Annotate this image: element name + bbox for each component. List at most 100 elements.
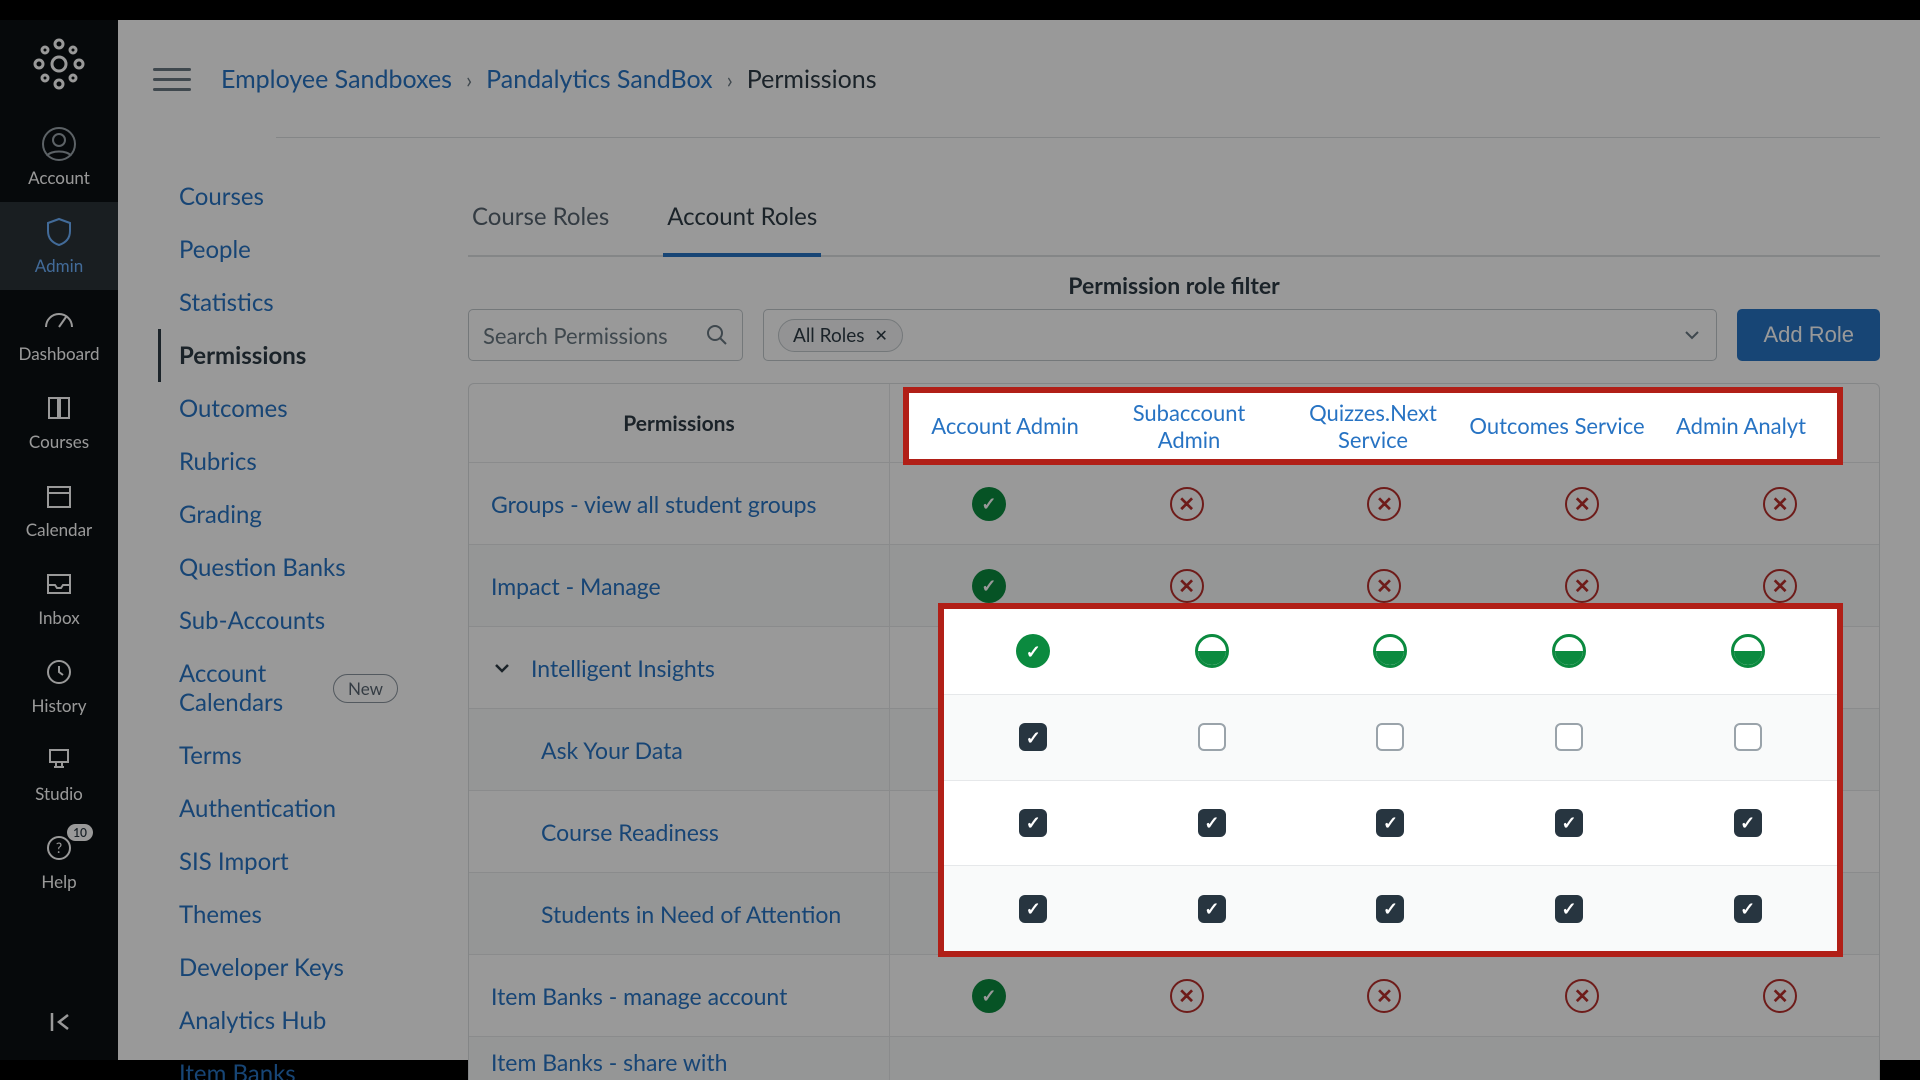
ctxnav-rubrics[interactable]: Rubrics xyxy=(158,435,398,488)
perm-cell[interactable]: ✓ xyxy=(1658,809,1837,837)
ctxnav-outcomes[interactable]: Outcomes xyxy=(158,382,398,435)
perm-cell[interactable] xyxy=(1658,634,1837,668)
nav-studio[interactable]: Studio xyxy=(0,730,118,818)
perm-cell[interactable]: ✓ xyxy=(1123,809,1302,837)
nav-help[interactable]: ? 10 Help xyxy=(0,818,118,906)
perm-cell[interactable]: ✓ xyxy=(944,895,1123,923)
deny-icon: ✕ xyxy=(1763,487,1797,521)
chevron-right-icon: › xyxy=(466,66,472,93)
nav-courses[interactable]: Courses xyxy=(0,378,118,466)
allow-icon: ✓ xyxy=(972,569,1006,603)
perm-cell[interactable]: ✕ xyxy=(1681,569,1879,603)
ctxnav-analytics-hub[interactable]: Analytics Hub xyxy=(158,994,398,1047)
shield-icon xyxy=(39,212,79,252)
perm-cell[interactable] xyxy=(1480,723,1659,751)
perm-cell[interactable]: ✕ xyxy=(1286,979,1484,1013)
ctxnav-statistics[interactable]: Statistics xyxy=(158,276,398,329)
nav-history[interactable]: History xyxy=(0,642,118,730)
perm-cell[interactable]: ✓ xyxy=(890,979,1088,1013)
ctxnav-grading[interactable]: Grading xyxy=(158,488,398,541)
search-permissions-input[interactable]: Search Permissions xyxy=(468,309,743,361)
perm-cell[interactable]: ✓ xyxy=(944,723,1123,751)
perm-intelligent-insights[interactable]: Intelligent Insights xyxy=(469,654,889,682)
perm-itembanks-manage[interactable]: Item Banks - manage account xyxy=(469,982,889,1010)
perm-cell[interactable] xyxy=(1301,634,1480,668)
perm-cell[interactable]: ✓ xyxy=(1301,895,1480,923)
perm-cell[interactable] xyxy=(1480,634,1659,668)
table-header-row: Permissions Account Admin Subaccount Adm… xyxy=(469,384,1879,462)
tab-course-roles[interactable]: Course Roles xyxy=(468,190,613,257)
svg-text:?: ? xyxy=(56,839,62,856)
perm-cell[interactable]: ✓ xyxy=(944,634,1123,668)
chevron-right-icon: › xyxy=(727,66,733,93)
divider xyxy=(276,137,1880,138)
role-header-admin-analyt[interactable]: Admin Analyt xyxy=(1681,398,1879,448)
highlight-insights-cells: ✓ ✓ ✓ ✓ ✓ ✓ ✓ ✓ ✓ xyxy=(938,603,1843,957)
ctxnav-people[interactable]: People xyxy=(158,223,398,276)
role-chip-all[interactable]: All Roles ✕ xyxy=(778,319,903,352)
role-header-outcomes-service[interactable]: Outcomes Service xyxy=(1483,398,1681,448)
search-icon xyxy=(706,324,728,346)
perm-cell[interactable]: ✕ xyxy=(1483,569,1681,603)
ctxnav-terms[interactable]: Terms xyxy=(158,729,398,782)
perm-students-in-need[interactable]: Students in Need of Attention xyxy=(469,900,889,928)
perm-cell[interactable]: ✕ xyxy=(1088,569,1286,603)
nav-account-label: Account xyxy=(28,167,90,188)
nav-inbox[interactable]: Inbox xyxy=(0,554,118,642)
ctxnav-item-banks[interactable]: Item Banks xyxy=(158,1047,398,1080)
perm-impact[interactable]: Impact - Manage xyxy=(469,572,889,600)
perm-cell[interactable]: ✓ xyxy=(890,487,1088,521)
role-header-account-admin[interactable]: Account Admin xyxy=(890,398,1088,448)
ctxnav-sis-import[interactable]: SIS Import xyxy=(158,835,398,888)
tab-account-roles[interactable]: Account Roles xyxy=(663,190,821,257)
nav-account[interactable]: Account xyxy=(0,114,118,202)
perm-itembanks-share[interactable]: Item Banks - share with xyxy=(469,1048,889,1076)
perm-cell[interactable]: ✕ xyxy=(1483,487,1681,521)
perm-cell[interactable]: ✕ xyxy=(1681,979,1879,1013)
perm-course-readiness[interactable]: Course Readiness xyxy=(469,818,889,846)
perm-cell[interactable] xyxy=(1658,723,1837,751)
ctxnav-courses[interactable]: Courses xyxy=(158,170,398,223)
perm-cell[interactable]: ✕ xyxy=(1483,979,1681,1013)
perm-cell[interactable]: ✓ xyxy=(1123,895,1302,923)
close-icon[interactable]: ✕ xyxy=(874,326,887,345)
perm-cell[interactable]: ✓ xyxy=(1480,809,1659,837)
perm-cell[interactable]: ✓ xyxy=(890,569,1088,603)
perm-cell[interactable]: ✓ xyxy=(1480,895,1659,923)
nav-admin[interactable]: Admin xyxy=(0,202,118,290)
perm-cell[interactable] xyxy=(1123,723,1302,751)
perm-cell[interactable]: ✕ xyxy=(1088,979,1286,1013)
perm-cell[interactable]: ✓ xyxy=(944,809,1123,837)
collapse-nav-button[interactable] xyxy=(39,1002,79,1042)
ctxnav-permissions[interactable]: Permissions xyxy=(158,329,398,382)
nav-calendar[interactable]: Calendar xyxy=(0,466,118,554)
breadcrumb-link-2[interactable]: Pandalytics SandBox xyxy=(486,64,712,94)
perm-cell[interactable] xyxy=(1301,723,1480,751)
ctxnav-account-calendars[interactable]: Account Calendars New xyxy=(158,647,398,729)
breadcrumb-link-1[interactable]: Employee Sandboxes xyxy=(221,64,452,94)
perm-groups[interactable]: Groups - view all student groups xyxy=(469,490,889,518)
perm-cell[interactable]: ✓ xyxy=(1658,895,1837,923)
ctxnav-authentication[interactable]: Authentication xyxy=(158,782,398,835)
deny-icon: ✕ xyxy=(1763,569,1797,603)
help-icon: ? 10 xyxy=(39,828,79,868)
ctxnav-developer-keys[interactable]: Developer Keys xyxy=(158,941,398,994)
add-role-button[interactable]: Add Role xyxy=(1737,309,1880,361)
perm-cell[interactable]: ✓ xyxy=(1301,809,1480,837)
perm-ask-your-data[interactable]: Ask Your Data xyxy=(469,736,889,764)
perm-cell[interactable]: ✕ xyxy=(1088,487,1286,521)
perm-cell[interactable] xyxy=(1123,634,1302,668)
nav-dashboard[interactable]: Dashboard xyxy=(0,290,118,378)
perm-cell[interactable]: ✕ xyxy=(1286,569,1484,603)
perm-cell[interactable]: ✕ xyxy=(1681,487,1879,521)
nav-history-label: History xyxy=(32,695,87,716)
perm-cell[interactable]: ✕ xyxy=(1286,487,1484,521)
hamburger-button[interactable] xyxy=(153,60,191,98)
ctxnav-question-banks[interactable]: Question Banks xyxy=(158,541,398,594)
role-filter-select[interactable]: All Roles ✕ xyxy=(763,309,1717,361)
ctxnav-subaccounts[interactable]: Sub-Accounts xyxy=(158,594,398,647)
role-header-quizzes-next[interactable]: Quizzes.Next Service xyxy=(1286,398,1484,448)
role-header-subaccount-admin[interactable]: Subaccount Admin xyxy=(1088,398,1286,448)
ctxnav-themes[interactable]: Themes xyxy=(158,888,398,941)
help-badge: 10 xyxy=(67,824,93,841)
